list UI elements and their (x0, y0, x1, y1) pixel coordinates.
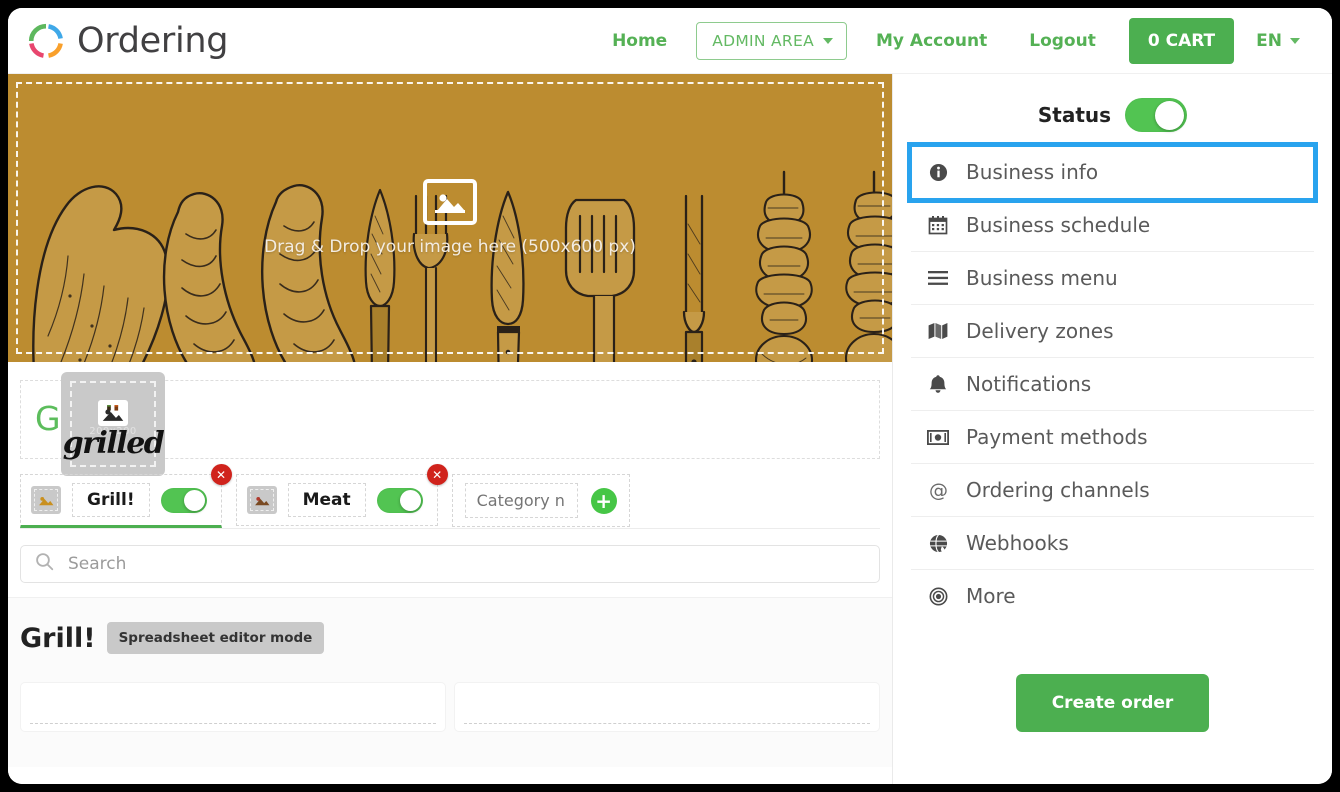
search-box[interactable] (20, 545, 880, 583)
sidebar-item-label: Business menu (966, 266, 1118, 290)
at-sign-icon: @ (927, 480, 949, 501)
target-circle-icon (927, 587, 949, 606)
cart-button[interactable]: 0 CART (1128, 17, 1235, 64)
delete-category-button[interactable]: ✕ (426, 464, 448, 485)
category-image-thumb[interactable] (246, 486, 277, 514)
products-section-header: Grill! Spreadsheet editor mode (20, 622, 880, 654)
sidebar-item-label: Payment methods (966, 425, 1148, 449)
admin-area-label: ADMIN AREA (712, 31, 814, 50)
thumb-dashed-border (249, 489, 274, 511)
sidebar-item-label: Business info (966, 160, 1099, 184)
sidebar-item-label: Ordering channels (966, 478, 1150, 502)
language-label: EN (1256, 30, 1282, 51)
category-name-meat[interactable]: Meat (287, 483, 366, 517)
product-card[interactable] (454, 682, 880, 732)
sidebar-item-label: More (966, 584, 1016, 608)
business-sidebar: Status Business info Business schedule B… (892, 74, 1332, 784)
top-navbar: Ordering Home ADMIN AREA My Account Logo… (8, 8, 1332, 74)
language-selector[interactable]: EN (1234, 31, 1316, 51)
products-section-title: Grill! (20, 622, 96, 654)
products-section: Grill! Spreadsheet editor mode (8, 597, 892, 767)
new-category-box: + (451, 474, 630, 527)
create-order-button[interactable]: Create order (1015, 674, 1210, 732)
sidebar-item-business-info[interactable]: Business info (907, 142, 1318, 203)
category-name-grill[interactable]: Grill! (72, 483, 150, 517)
status-label: Status (1037, 103, 1112, 127)
sidebar-item-ordering-channels[interactable]: @ Ordering channels (911, 464, 1314, 517)
add-category-button[interactable]: + (590, 487, 617, 514)
category-enabled-toggle[interactable] (376, 487, 423, 513)
category-tab-meat[interactable]: Meat ✕ (235, 464, 448, 526)
sidebar-item-delivery-zones[interactable]: Delivery zones (911, 305, 1314, 358)
toggle-knob (1155, 100, 1185, 130)
search-area (20, 545, 880, 583)
toggle-knob (399, 489, 421, 511)
nav-logout[interactable]: Logout (1008, 31, 1117, 51)
admin-area-dropdown[interactable]: ADMIN AREA (696, 21, 847, 60)
sidebar-item-business-schedule[interactable]: Business schedule (911, 199, 1314, 252)
bell-icon (927, 374, 949, 394)
svg-text:@: @ (929, 480, 948, 501)
ordering-ring-logo-icon (26, 21, 66, 61)
nav-my-account[interactable]: My Account (855, 31, 1008, 51)
map-icon (927, 322, 949, 340)
main-content: Drag & Drop your image here (500x600 px) (8, 74, 892, 784)
nav-links: Home ADMIN AREA My Account Logout 0 CART… (591, 17, 1316, 64)
sidebar-item-label: Delivery zones (966, 319, 1114, 343)
sidebar-item-label: Webhooks (966, 531, 1069, 555)
status-toggle[interactable] (1125, 98, 1188, 132)
product-cards-row (20, 682, 880, 732)
nav-home[interactable]: Home (591, 31, 688, 51)
app-window: Ordering Home ADMIN AREA My Account Logo… (8, 8, 1332, 784)
business-logo-upload[interactable]: 200x200 grilled (61, 372, 165, 476)
spreadsheet-editor-mode-button[interactable]: Spreadsheet editor mode (106, 622, 325, 654)
logo-wordmark: grilled (62, 426, 165, 461)
banner-illustration (8, 74, 892, 362)
sidebar-item-payment-methods[interactable]: Payment methods (911, 411, 1314, 464)
info-circle-icon (927, 163, 949, 182)
globe-icon (927, 534, 949, 553)
chevron-down-icon (823, 37, 833, 44)
hamburger-lines-icon (927, 270, 949, 286)
image-placeholder-icon (98, 400, 128, 426)
category-image-thumb[interactable] (31, 486, 61, 514)
search-icon (35, 552, 54, 576)
toggle-knob (183, 489, 205, 511)
banner-dropzone[interactable]: Drag & Drop your image here (500x600 px) (8, 74, 892, 362)
delete-category-button[interactable]: ✕ (210, 464, 232, 485)
page-body: Drag & Drop your image here (500x600 px) (8, 74, 1332, 784)
sidebar-item-webhooks[interactable]: Webhooks (911, 517, 1314, 570)
category-tabs: Grill! ✕ Meat ✕ Category na + (20, 464, 880, 529)
calendar-icon (927, 215, 949, 235)
sidebar-menu: Business info Business schedule Business… (893, 142, 1332, 622)
chevron-down-icon (1290, 37, 1300, 44)
sidebar-item-notifications[interactable]: Notifications (911, 358, 1314, 411)
sidebar-item-more[interactable]: More (911, 570, 1314, 622)
create-order-wrap: Create order (893, 674, 1332, 732)
product-card[interactable] (20, 682, 446, 732)
category-enabled-toggle[interactable] (160, 487, 207, 513)
thumb-dashed-border (34, 489, 58, 511)
category-tab-grill[interactable]: Grill! ✕ (20, 464, 232, 528)
sidebar-item-label: Business schedule (966, 213, 1151, 237)
money-bill-icon (927, 429, 949, 445)
brand-name: Ordering (77, 20, 229, 61)
status-row: Status (893, 74, 1332, 146)
brand[interactable]: Ordering (26, 21, 228, 61)
sidebar-item-label: Notifications (966, 372, 1092, 396)
search-input[interactable] (66, 553, 865, 575)
new-category-input[interactable] (464, 483, 578, 518)
sidebar-item-business-menu[interactable]: Business menu (911, 252, 1314, 305)
